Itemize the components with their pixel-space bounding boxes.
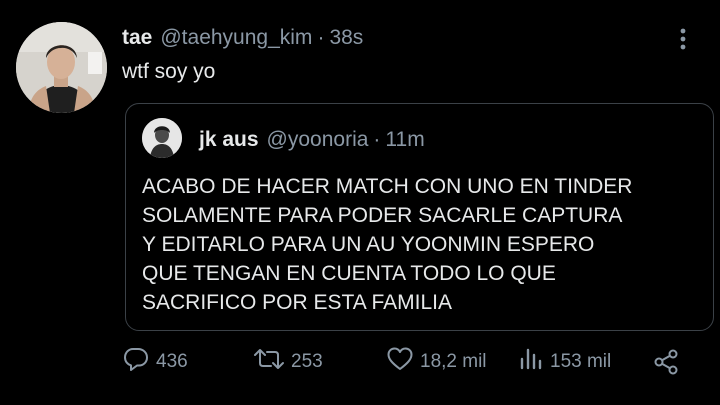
tweet: tae @taehyung_kim · 38s wtf soy yo jk au… [0, 0, 720, 405]
quoted-text-line: QUE TENGAN EN CUENTA TODO LO QUE [142, 262, 556, 285]
tweet-header: tae @taehyung_kim · 38s [122, 26, 363, 54]
quoted-tweet[interactable]: jk aus @yoonoria · 11m ACABO DE HACER MA… [125, 103, 714, 331]
views-button[interactable]: 153 mil [518, 342, 611, 382]
tweet-text: wtf soy yo [122, 60, 216, 83]
reply-button[interactable]: 436 [122, 342, 188, 382]
tweet-actions: 436 253 18,2 mil 153 mil [0, 342, 720, 382]
reply-icon [122, 346, 156, 378]
quoted-text-line: ACABO DE HACER MATCH CON UNO EN TINDER [142, 175, 633, 198]
author-handle[interactable]: @taehyung_kim [160, 26, 312, 50]
retweet-button[interactable]: 253 [253, 342, 323, 382]
tweet-timestamp[interactable]: 38s [329, 26, 363, 50]
quoted-tweet-text: ACABO DE HACER MATCH CON UNO EN TINDER S… [142, 172, 702, 317]
author-name[interactable]: tae [122, 26, 152, 50]
separator-dot: · [373, 128, 381, 151]
retweet-count: 253 [291, 351, 323, 372]
quoted-text-line: SACRIFICO POR ESTA FAMILIA [142, 291, 453, 314]
separator-dot: · [317, 26, 325, 49]
quoted-author-name[interactable]: jk aus [199, 128, 259, 152]
views-icon [518, 346, 550, 378]
quoted-author-avatar[interactable] [142, 118, 182, 158]
author-avatar[interactable] [16, 22, 107, 113]
retweet-icon [253, 346, 291, 378]
quoted-tweet-header: jk aus @yoonoria · 11m [199, 128, 425, 152]
heart-icon [386, 346, 420, 378]
like-button[interactable]: 18,2 mil [386, 342, 487, 382]
views-count: 153 mil [550, 351, 612, 372]
more-options-icon[interactable] [672, 26, 694, 52]
share-icon[interactable] [652, 348, 680, 381]
reply-count: 436 [156, 351, 188, 372]
quoted-tweet-timestamp[interactable]: 11m [385, 128, 424, 152]
quoted-author-handle[interactable]: @yoonoria [267, 128, 369, 152]
quoted-text-line: SOLAMENTE PARA PODER SACARLE CAPTURA [142, 204, 623, 227]
quoted-text-line: Y EDITARLO PARA UN AU YOONMIN ESPERO [142, 233, 595, 256]
like-count: 18,2 mil [420, 351, 487, 372]
